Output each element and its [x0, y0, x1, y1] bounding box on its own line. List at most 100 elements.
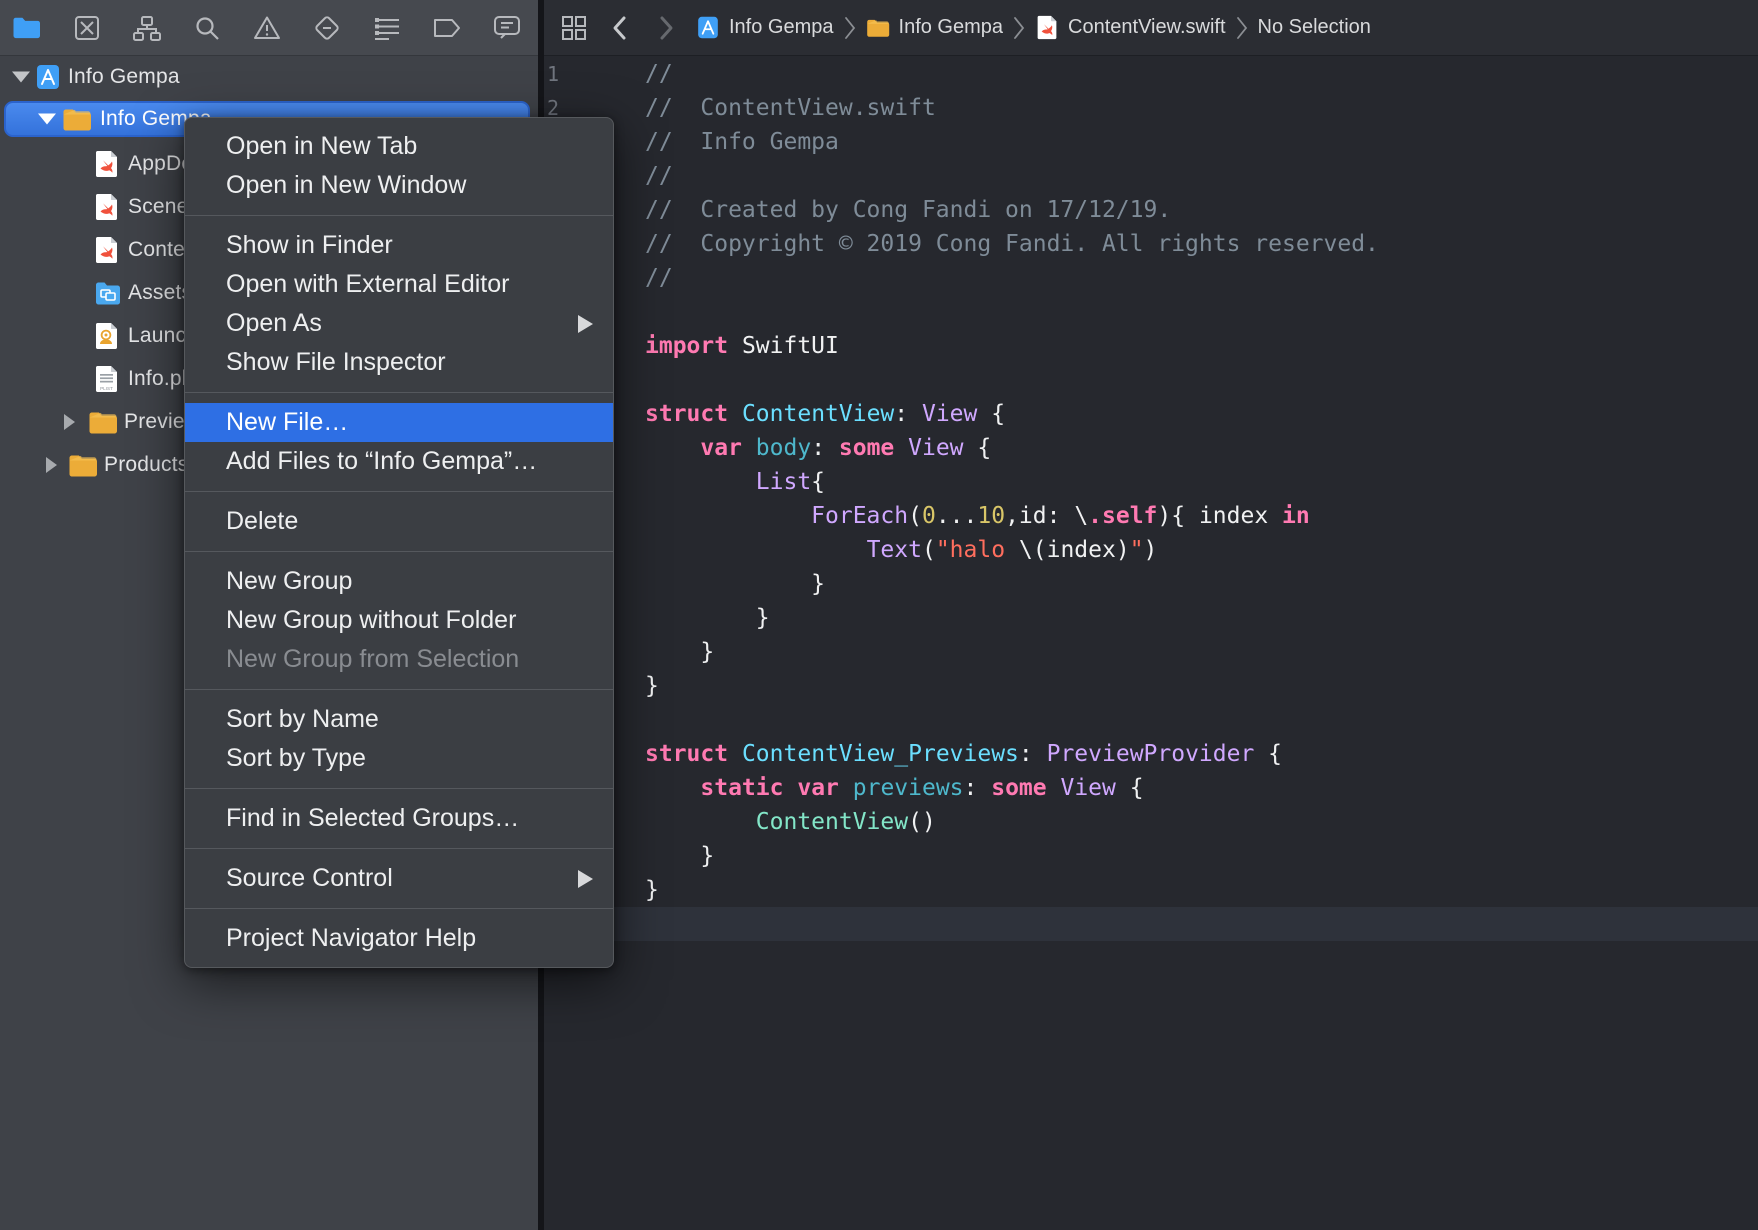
forward-button[interactable] [650, 11, 682, 45]
breadcrumb-separator-icon [844, 15, 856, 41]
menu-separator [185, 679, 613, 700]
breadcrumb-no-selection[interactable]: No Selection [1258, 16, 1371, 39]
line-number-gutter: 12 [544, 57, 559, 125]
submenu-arrow-icon [578, 315, 593, 333]
menu-item-find-in-selected-groups[interactable]: Find in Selected Groups… [185, 799, 613, 838]
code-line: // Copyright © 2019 Cong Fandi. All righ… [645, 227, 1379, 261]
breadcrumb-separator-icon [1013, 15, 1025, 41]
code-line [645, 363, 1379, 397]
xcode-window: { "navigator_toolbar": { "icons": ["proj… [0, 0, 1758, 1230]
test-navigator-icon[interactable] [311, 11, 343, 45]
folder-icon [88, 411, 118, 434]
source-control-navigator-icon[interactable] [71, 11, 103, 45]
swift-file-icon [95, 150, 118, 178]
breadcrumb-segment[interactable]: Info Gempa [696, 15, 834, 40]
disclosure-collapsed-icon[interactable] [46, 457, 57, 473]
code-line: var body: some View { [645, 431, 1379, 465]
tree-row-project-info-gempa[interactable]: Info Gempa [0, 60, 538, 94]
code-line: // [645, 159, 1379, 193]
code-line: } [645, 873, 1379, 907]
find-navigator-icon[interactable] [191, 11, 223, 45]
menu-item-open-in-new-window[interactable]: Open in New Window [185, 166, 613, 205]
code-content[interactable]: //// ContentView.swift// Info Gempa//// … [645, 57, 1379, 941]
folder-icon [68, 454, 98, 477]
storyboard-icon [95, 322, 118, 350]
code-line: } [645, 839, 1379, 873]
disclosure-expanded-icon[interactable] [12, 72, 30, 83]
assets-icon [95, 282, 121, 305]
code-line [645, 295, 1379, 329]
code-line: // Created by Cong Fandi on 17/12/19. [645, 193, 1379, 227]
tree-row-label: Products [104, 453, 188, 477]
jump-bar: Info Gempa Info Gempa ContentView.swift No … [544, 0, 1758, 56]
navigator-toolbar [0, 0, 538, 56]
menu-item-source-control[interactable]: Source Control [185, 859, 613, 898]
code-line: import SwiftUI [645, 329, 1379, 363]
menu-separator [185, 838, 613, 859]
xcodeproj-icon [36, 63, 60, 91]
menu-item-open-in-new-tab[interactable]: Open in New Tab [185, 127, 613, 166]
menu-item-add-files-to-info-gempa[interactable]: Add Files to “Info Gempa”… [185, 442, 613, 481]
menu-item-show-in-finder[interactable]: Show in Finder [185, 226, 613, 265]
menu-item-show-file-inspector[interactable]: Show File Inspector [185, 343, 613, 382]
related-items-icon[interactable] [558, 11, 590, 45]
menu-item-new-file[interactable]: New File… [185, 403, 613, 442]
source-editor[interactable]: 12 //// ContentView.swift// Info Gempa//… [544, 0, 1758, 1230]
tree-row-label: Info Gempa [68, 65, 180, 89]
menu-item-open-as[interactable]: Open As [185, 304, 613, 343]
breadcrumb-segment[interactable]: ContentView.swift [1035, 15, 1226, 40]
code-line: // ContentView.swift [645, 91, 1379, 125]
swift-file-icon [95, 236, 118, 264]
project-navigator-icon[interactable] [11, 11, 43, 45]
menu-separator [185, 541, 613, 562]
code-line: ContentView() [645, 805, 1379, 839]
swift-file-icon [1035, 15, 1059, 40]
disclosure-expanded-icon[interactable] [38, 114, 56, 125]
menu-separator [185, 898, 613, 919]
code-line: } [645, 669, 1379, 703]
code-line: // [645, 261, 1379, 295]
debug-navigator-icon[interactable] [371, 11, 403, 45]
symbol-navigator-icon[interactable] [131, 11, 163, 45]
breadcrumb-label: Info Gempa [899, 16, 1004, 39]
breadcrumb-segment[interactable]: Info Gempa [866, 15, 1004, 40]
code-line: } [645, 567, 1379, 601]
issue-navigator-icon[interactable] [251, 11, 283, 45]
menu-separator [185, 382, 613, 403]
menu-item-new-group-without-folder[interactable]: New Group without Folder [185, 601, 613, 640]
plist-icon: PLIST [95, 365, 118, 393]
menu-item-new-group-from-selection: New Group from Selection [185, 640, 613, 679]
breakpoint-navigator-icon[interactable] [431, 11, 463, 45]
breadcrumb-label: Info Gempa [729, 16, 834, 39]
folder-icon [62, 108, 92, 131]
code-line: } [645, 601, 1379, 635]
folder-icon [866, 15, 890, 40]
code-line: static var previews: some View { [645, 771, 1379, 805]
code-line: ForEach(0...10,id: \.self){ index in [645, 499, 1379, 533]
menu-item-project-navigator-help[interactable]: Project Navigator Help [185, 919, 613, 958]
breadcrumb-label: ContentView.swift [1068, 16, 1226, 39]
disclosure-collapsed-icon[interactable] [64, 414, 75, 430]
code-line: List{ [645, 465, 1379, 499]
code-line: } [645, 635, 1379, 669]
code-line: // Info Gempa [645, 125, 1379, 159]
menu-item-sort-by-name[interactable]: Sort by Name [185, 700, 613, 739]
code-line: // [645, 57, 1379, 91]
code-line: struct ContentView_Previews: PreviewProv… [645, 737, 1379, 771]
code-line: Text("halo \(index)") [645, 533, 1379, 567]
svg-text:PLIST: PLIST [100, 386, 113, 391]
back-button[interactable] [604, 11, 636, 45]
menu-item-new-group[interactable]: New Group [185, 562, 613, 601]
report-navigator-icon[interactable] [491, 11, 523, 45]
code-line [645, 907, 1379, 941]
code-line: struct ContentView: View { [645, 397, 1379, 431]
menu-item-open-with-external-editor[interactable]: Open with External Editor [185, 265, 613, 304]
menu-item-delete[interactable]: Delete [185, 502, 613, 541]
menu-separator [185, 778, 613, 799]
code-line [645, 703, 1379, 737]
swift-file-icon [95, 193, 118, 221]
context-menu: Open in New TabOpen in New Window Show in… [184, 117, 614, 968]
line-number: 1 [544, 57, 559, 91]
menu-item-sort-by-type[interactable]: Sort by Type [185, 739, 613, 778]
xcodeproj-icon [696, 15, 720, 40]
